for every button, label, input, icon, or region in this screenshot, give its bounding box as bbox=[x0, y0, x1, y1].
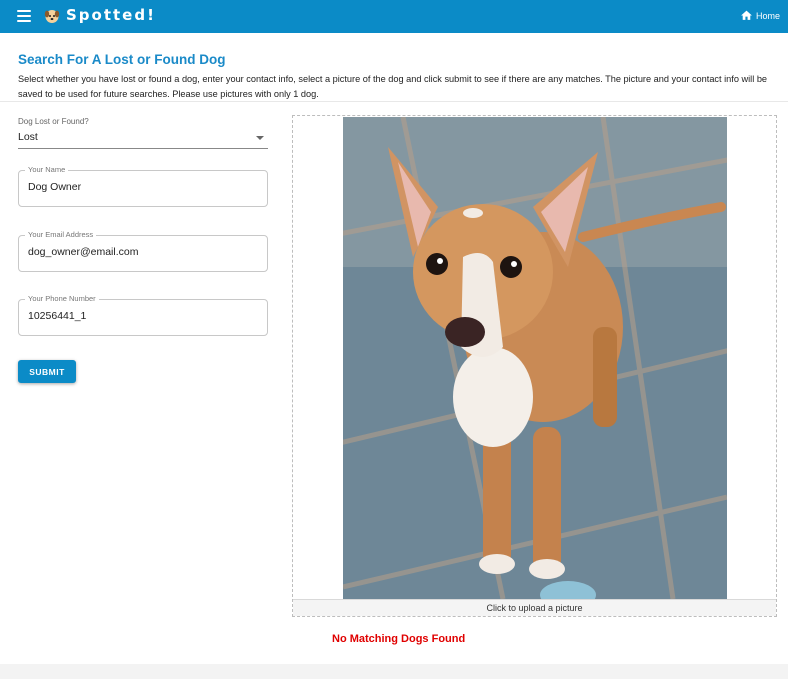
divider bbox=[0, 101, 788, 102]
phone-field: Your Phone Number bbox=[18, 294, 268, 336]
app-brand: Spotted! bbox=[66, 6, 156, 24]
picture-upload-zone[interactable]: Click to upload a picture bbox=[292, 115, 777, 617]
home-link[interactable]: Home bbox=[740, 9, 780, 22]
email-label: Your Email Address bbox=[25, 230, 97, 239]
upload-caption: Click to upload a picture bbox=[293, 599, 776, 616]
dog-photo-image bbox=[343, 117, 727, 599]
dog-logo-icon bbox=[44, 10, 60, 23]
phone-input[interactable] bbox=[28, 310, 258, 322]
instructions-text: Select whether you have lost or found a … bbox=[18, 74, 768, 99]
menu-icon[interactable] bbox=[17, 10, 31, 22]
lost-found-select[interactable]: Lost bbox=[18, 129, 268, 149]
app-bar: Spotted! Home bbox=[0, 0, 788, 33]
home-icon bbox=[741, 10, 752, 20]
submit-button[interactable]: SUBMIT bbox=[18, 360, 76, 383]
phone-label: Your Phone Number bbox=[25, 294, 99, 303]
name-field: Your Name bbox=[18, 165, 268, 207]
email-input[interactable] bbox=[28, 246, 258, 258]
name-label: Your Name bbox=[25, 165, 69, 174]
lost-found-value: Lost bbox=[18, 131, 38, 143]
dog-photo bbox=[343, 117, 727, 599]
email-field: Your Email Address bbox=[18, 230, 268, 272]
page-title: Search For A Lost or Found Dog bbox=[18, 52, 226, 67]
footer-band bbox=[0, 664, 788, 679]
dropdown-arrow-icon bbox=[256, 136, 264, 140]
home-label: Home bbox=[755, 10, 780, 21]
no-match-message: No Matching Dogs Found bbox=[332, 633, 466, 645]
lost-found-label: Dog Lost or Found? bbox=[18, 117, 89, 126]
name-input[interactable] bbox=[28, 181, 258, 193]
